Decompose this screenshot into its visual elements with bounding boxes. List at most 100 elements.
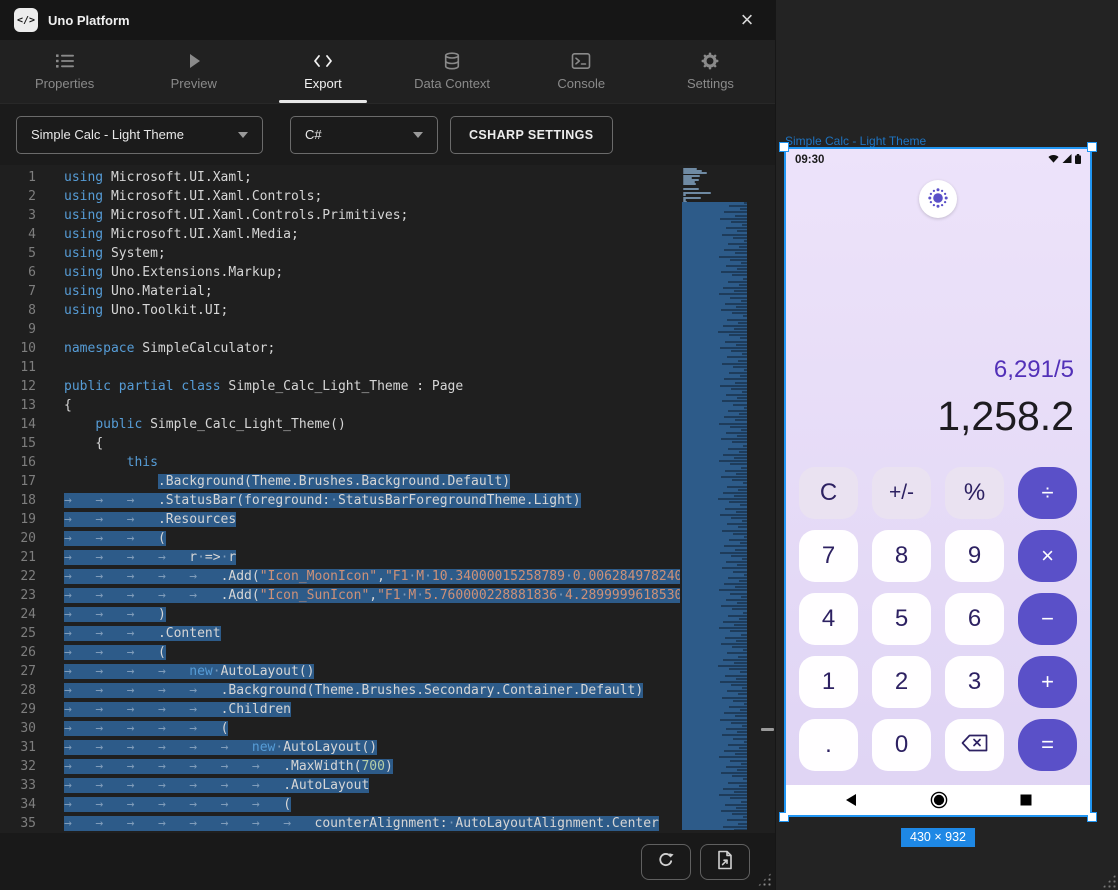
- nav-back-icon[interactable]: [844, 793, 858, 807]
- tab-label: Console: [557, 76, 605, 91]
- language-dropdown-value: C#: [305, 127, 322, 142]
- wifi-icon: [1048, 154, 1059, 166]
- code-surface[interactable]: using Microsoft.UI.Xaml;using Microsoft.…: [48, 165, 680, 833]
- sun-icon: [927, 187, 949, 212]
- canvas-panel: Simple Calc - Light Theme 09:30: [775, 0, 1118, 890]
- line-number-gutter: 1234567891011121314151617181920212223242…: [0, 165, 48, 833]
- code-line: → → → ): [64, 605, 680, 624]
- code-line: → → → .Content: [64, 624, 680, 643]
- uno-platform-window: </> Uno Platform × Properties Preview: [0, 0, 1118, 890]
- panel-resize-grip[interactable]: [757, 872, 772, 887]
- scrollbar-thumb[interactable]: [761, 728, 774, 731]
- code-line: using Microsoft.UI.Xaml.Controls;: [64, 187, 680, 206]
- code-editor[interactable]: 1234567891011121314151617181920212223242…: [0, 165, 775, 833]
- code-line: using System;: [64, 244, 680, 263]
- properties-list-icon: [55, 52, 75, 70]
- key-4[interactable]: 4: [799, 593, 858, 645]
- tab-console[interactable]: Console: [517, 40, 646, 103]
- battery-icon: [1075, 154, 1081, 167]
- nav-recents-icon[interactable]: [1020, 794, 1032, 806]
- nav-home-icon[interactable]: [930, 791, 948, 809]
- minimap[interactable]: [680, 165, 760, 833]
- code-line: → → → → → → new·AutoLayout(): [64, 738, 680, 757]
- chevron-down-icon: [238, 132, 248, 138]
- key-÷[interactable]: ÷: [1018, 467, 1077, 519]
- selected-component-label[interactable]: Simple Calc - Light Theme: [785, 134, 926, 148]
- key-×[interactable]: ×: [1018, 530, 1077, 582]
- key-0[interactable]: 0: [872, 719, 931, 771]
- code-line: → → → → → → → .AutoLayout: [64, 776, 680, 795]
- key-=[interactable]: =: [1018, 719, 1077, 771]
- key-6[interactable]: 6: [945, 593, 1004, 645]
- code-line: → → → → → .Add("Icon_SunIcon","F1·M·5.76…: [64, 586, 680, 605]
- tab-label: Settings: [687, 76, 734, 91]
- key-3[interactable]: 3: [945, 656, 1004, 708]
- code-line: → → → → → .Children: [64, 700, 680, 719]
- code-line: → → → → → → → → counterAlignment:·AutoLa…: [64, 814, 680, 833]
- code-line: .Background(Theme.Brushes.Background.Def…: [64, 472, 680, 491]
- key-5[interactable]: 5: [872, 593, 931, 645]
- database-icon: [442, 52, 462, 70]
- tab-label: Data Context: [414, 76, 490, 91]
- key-8[interactable]: 8: [872, 530, 931, 582]
- tab-strip: Properties Preview Export Data Context: [0, 40, 775, 103]
- editor-footer: [0, 833, 775, 890]
- export-file-icon: [716, 850, 734, 873]
- code-line: using Microsoft.UI.Xaml.Media;: [64, 225, 680, 244]
- code-line: public Simple_Calc_Light_Theme(): [64, 415, 680, 434]
- code-line: this: [64, 453, 680, 472]
- code-line: → → → .Resources: [64, 510, 680, 529]
- tab-preview[interactable]: Preview: [129, 40, 258, 103]
- key-backspace[interactable]: [945, 719, 1004, 771]
- selection-handle-top-right[interactable]: [1087, 142, 1097, 152]
- csharp-settings-button[interactable]: CSHARP SETTINGS: [450, 116, 613, 154]
- code-line: → → → → → .Background(Theme.Brushes.Seco…: [64, 681, 680, 700]
- tab-settings[interactable]: Settings: [646, 40, 775, 103]
- selection-handle-top-left[interactable]: [779, 142, 789, 152]
- code-line: namespace SimpleCalculator;: [64, 339, 680, 358]
- close-icon[interactable]: ×: [733, 9, 761, 31]
- key-−[interactable]: −: [1018, 593, 1077, 645]
- key-.[interactable]: .: [799, 719, 858, 771]
- code-line: → → → → → → → .MaxWidth(700): [64, 757, 680, 776]
- key-+/-[interactable]: +/-: [872, 467, 931, 519]
- key-7[interactable]: 7: [799, 530, 858, 582]
- refresh-icon: [656, 850, 676, 873]
- tab-properties[interactable]: Properties: [0, 40, 129, 103]
- tab-export[interactable]: Export: [258, 40, 387, 103]
- refresh-button[interactable]: [641, 844, 691, 880]
- code-icon: [312, 52, 334, 70]
- key-2[interactable]: 2: [872, 656, 931, 708]
- title-bar: </> Uno Platform ×: [0, 0, 775, 40]
- code-line: [64, 358, 680, 377]
- phone-preview-frame[interactable]: 09:30 6,291/5 1,258.2 C+/-%÷789×456−123+…: [784, 147, 1092, 817]
- component-dropdown[interactable]: Simple Calc - Light Theme: [16, 116, 263, 154]
- code-line: → → → .StatusBar(foreground:·StatusBarFo…: [64, 491, 680, 510]
- key-C[interactable]: C: [799, 467, 858, 519]
- window-title: Uno Platform: [48, 13, 130, 28]
- scrollbar-rail[interactable]: [760, 165, 775, 833]
- key-1[interactable]: 1: [799, 656, 858, 708]
- status-time: 09:30: [795, 154, 824, 166]
- code-line: using Uno.Toolkit.UI;: [64, 301, 680, 320]
- tab-data-context[interactable]: Data Context: [388, 40, 517, 103]
- gear-icon: [700, 52, 720, 70]
- code-line: [64, 320, 680, 339]
- language-dropdown[interactable]: C#: [290, 116, 438, 154]
- tool-panel: </> Uno Platform × Properties Preview: [0, 0, 775, 890]
- android-nav-bar: [786, 785, 1090, 815]
- export-file-button[interactable]: [700, 844, 750, 880]
- code-line: → → → (: [64, 529, 680, 548]
- chevron-down-icon: [413, 132, 423, 138]
- component-dropdown-value: Simple Calc - Light Theme: [31, 127, 184, 142]
- device-size-badge: 430 × 932: [901, 828, 975, 847]
- key-9[interactable]: 9: [945, 530, 1004, 582]
- key-%[interactable]: %: [945, 467, 1004, 519]
- theme-toggle-button[interactable]: [919, 180, 957, 218]
- code-line: using Uno.Material;: [64, 282, 680, 301]
- key-+[interactable]: +: [1018, 656, 1077, 708]
- code-line: → → → → r·=>·r: [64, 548, 680, 567]
- code-line: public partial class Simple_Calc_Light_T…: [64, 377, 680, 396]
- display-result: 1,258.2: [937, 390, 1074, 442]
- export-toolbar: Simple Calc - Light Theme C# CSHARP SETT…: [0, 103, 775, 165]
